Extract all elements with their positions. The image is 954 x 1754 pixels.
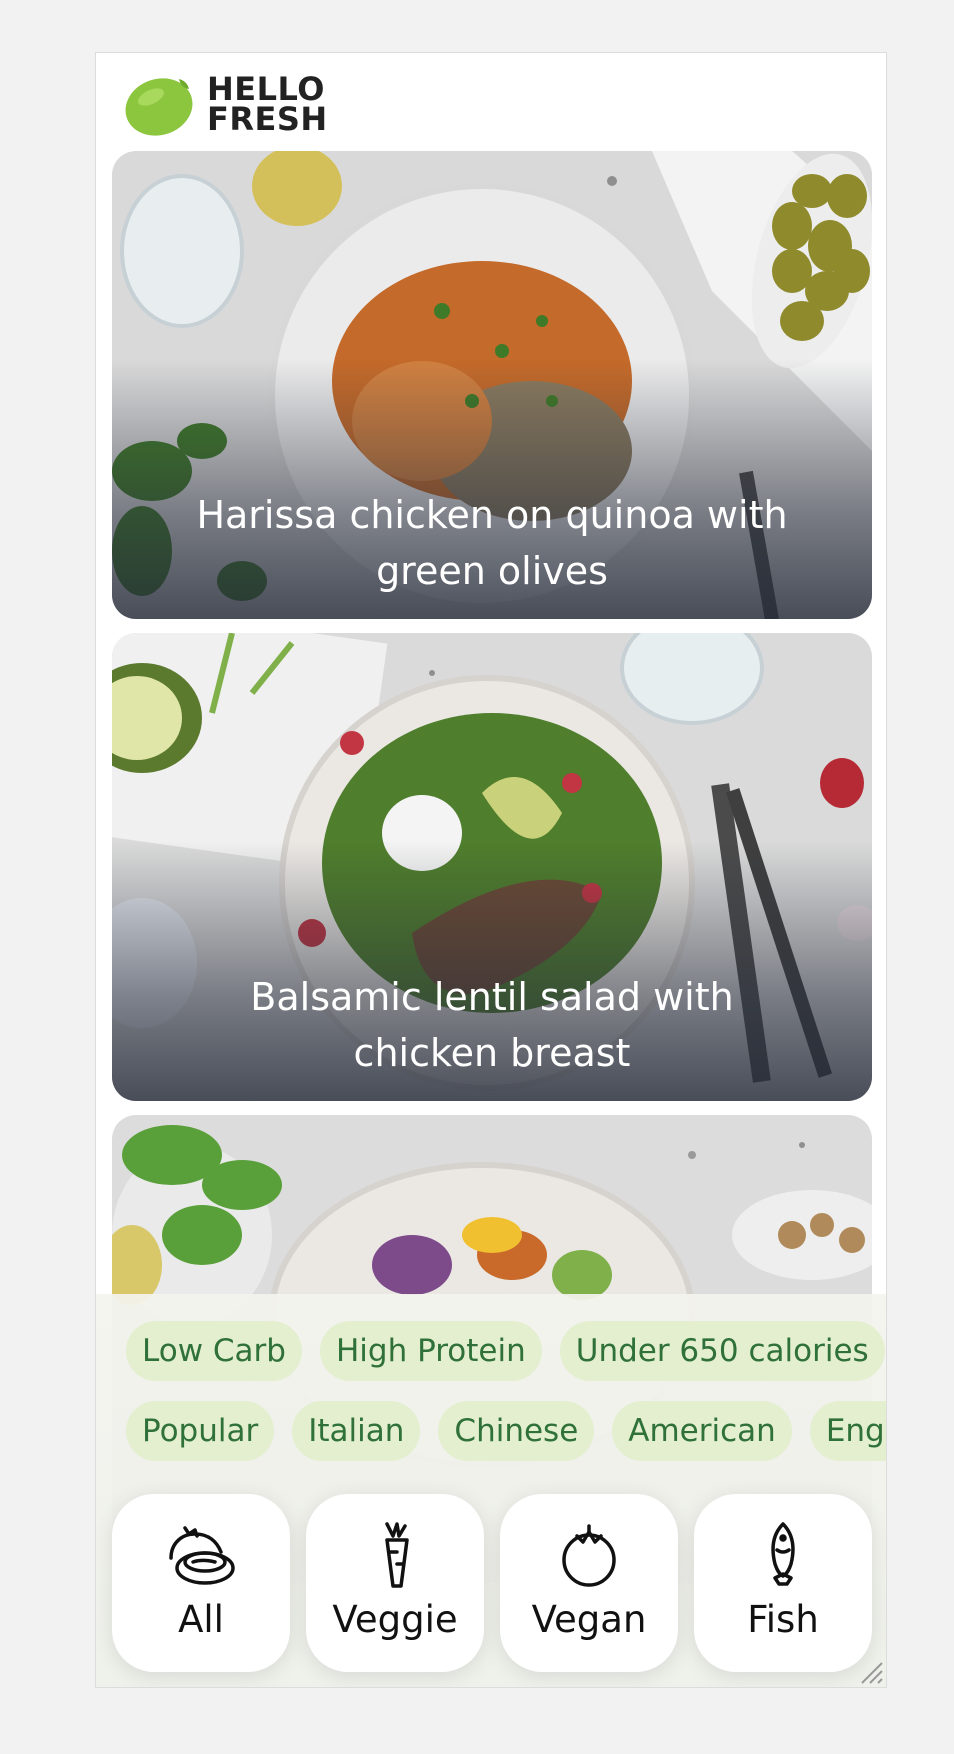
filter-chip[interactable]: High Protein — [319, 1321, 542, 1381]
filter-chip[interactable]: Low Carb — [126, 1321, 302, 1381]
filter-chip[interactable]: Italian — [292, 1401, 421, 1461]
lime-logo-icon — [125, 78, 193, 136]
filter-chip[interactable]: American — [612, 1401, 792, 1461]
filter-chip-row-2: Popular Italian Chinese American English — [126, 1401, 886, 1461]
filter-chip[interactable]: English — [809, 1401, 886, 1461]
brand-wordmark: HELLO FRESH — [207, 73, 328, 138]
recipe-title: Balsamic lentil salad with chicken breas… — [250, 975, 734, 1075]
diet-all-button[interactable]: All — [112, 1494, 290, 1672]
carrot-icon — [385, 1522, 409, 1588]
diet-label: Vegan — [531, 1598, 647, 1641]
diet-label: Veggie — [332, 1598, 458, 1641]
diet-label: All — [178, 1598, 224, 1641]
fish-icon — [771, 1522, 795, 1586]
diet-fish-button[interactable]: Fish — [694, 1494, 872, 1672]
recipe-card[interactable]: Balsamic lentil salad with chicken breas… — [112, 633, 872, 1101]
diet-vegan-button[interactable]: Vegan — [500, 1494, 678, 1672]
hellofresh-logo[interactable]: HELLO FRESH — [121, 69, 328, 139]
recipe-title: Harissa chicken on quinoa with green oli… — [196, 493, 788, 593]
filter-chip[interactable]: Under 650 calories — [559, 1321, 885, 1381]
diet-type-selector: All Veggie Vegan Fish — [112, 1494, 872, 1672]
filter-chip-row-1: Low Carb High Protein Under 650 calories — [126, 1321, 885, 1381]
filter-chip[interactable]: Chinese — [438, 1401, 595, 1461]
diet-label: Fish — [747, 1598, 819, 1641]
filter-chip[interactable]: Popular — [126, 1401, 275, 1461]
brand-line-2: FRESH — [207, 100, 328, 138]
recipe-card[interactable]: Harissa chicken on quinoa with green oli… — [112, 151, 872, 619]
tomato-icon — [562, 1524, 616, 1587]
meat-icon — [169, 1526, 235, 1585]
resize-handle-icon[interactable] — [858, 1659, 884, 1685]
diet-veggie-button[interactable]: Veggie — [306, 1494, 484, 1672]
app-frame: HELLO FRESH Harissa chicken on quinoa wi… — [95, 52, 887, 1688]
